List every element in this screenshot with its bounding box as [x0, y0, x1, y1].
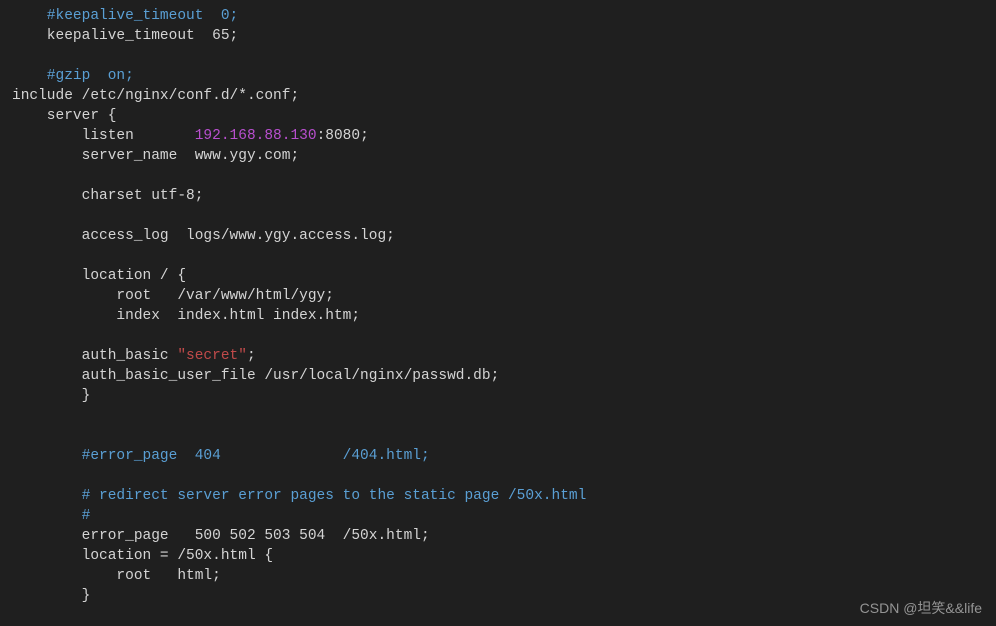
- code-line: charset utf-8;: [12, 188, 203, 204]
- code-block: #keepalive_timeout 0; keepalive_timeout …: [0, 0, 996, 612]
- code-line: #: [12, 508, 90, 524]
- code-line: #keepalive_timeout 0;: [12, 8, 238, 24]
- code-line: keepalive_timeout 65;: [12, 28, 238, 44]
- code-line: root html;: [12, 568, 221, 584]
- code-line: #error_page 404 /404.html;: [12, 448, 430, 464]
- code-line: #gzip on;: [12, 68, 134, 84]
- watermark: CSDN @坦笑&&life: [860, 599, 982, 618]
- code-line: server {: [12, 108, 116, 124]
- code-line: auth_basic "secret";: [12, 348, 256, 364]
- code-line: auth_basic_user_file /usr/local/nginx/pa…: [12, 368, 499, 384]
- code-line: root /var/www/html/ygy;: [12, 288, 334, 304]
- code-line: # redirect server error pages to the sta…: [12, 488, 586, 504]
- code-line: index index.html index.htm;: [12, 308, 360, 324]
- code-line: }: [12, 388, 90, 404]
- code-line: server_name www.ygy.com;: [12, 148, 299, 164]
- code-line: include /etc/nginx/conf.d/*.conf;: [12, 88, 299, 104]
- code-line: location = /50x.html {: [12, 548, 273, 564]
- ip-literal: 192.168.88.130: [195, 128, 317, 144]
- code-line: error_page 500 502 503 504 /50x.html;: [12, 528, 430, 544]
- code-line: location / {: [12, 268, 186, 284]
- code-line: listen 192.168.88.130:8080;: [12, 128, 369, 144]
- code-line: }: [12, 588, 90, 604]
- string-literal: "secret": [177, 348, 247, 364]
- code-line: access_log logs/www.ygy.access.log;: [12, 228, 395, 244]
